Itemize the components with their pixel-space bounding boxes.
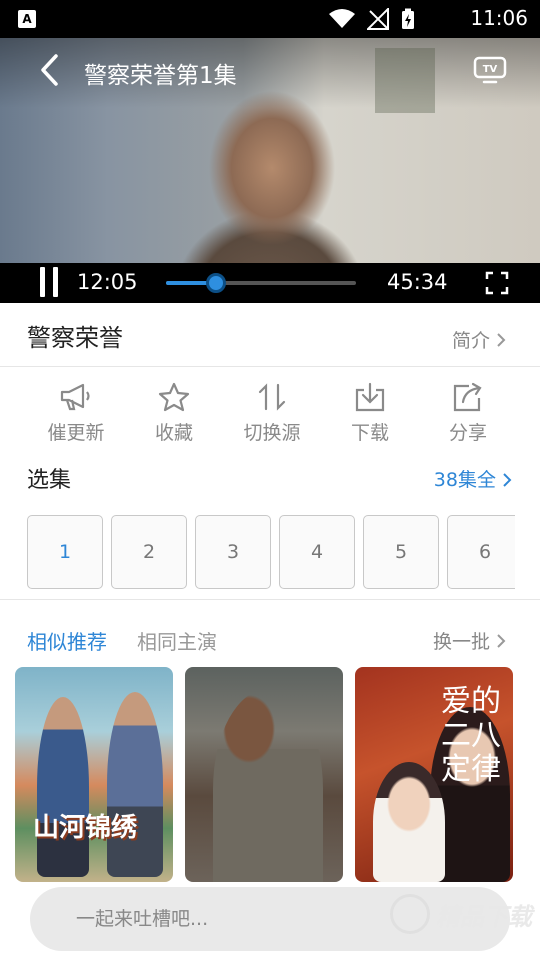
player-top-shade xyxy=(0,38,540,108)
poster-card[interactable]: 爱的二八定律 xyxy=(355,667,513,882)
refresh-label: 换一批 xyxy=(432,631,490,653)
action-bar: 催更新 收藏 切换源 下载 分享 xyxy=(0,378,540,448)
chevron-right-icon xyxy=(503,473,512,487)
action-label: 下载 xyxy=(350,422,389,444)
all-episodes-label: 38集全 xyxy=(433,469,496,491)
star-icon xyxy=(158,382,190,412)
player-controls: 12:05 45:34 xyxy=(0,263,540,303)
share-icon xyxy=(453,382,482,412)
back-arrow-icon[interactable] xyxy=(36,52,66,88)
action-label: 催更新 xyxy=(47,422,105,444)
watermark-circle-icon xyxy=(390,894,430,934)
poster-figure xyxy=(373,762,445,882)
episode-button[interactable]: 1 xyxy=(27,515,103,589)
episode-button[interactable]: 3 xyxy=(195,515,271,589)
episode-button[interactable]: 4 xyxy=(279,515,355,589)
poster-caption: 山河锦绣 xyxy=(33,813,138,843)
episode-button[interactable]: 5 xyxy=(363,515,439,589)
action-label: 收藏 xyxy=(154,422,193,444)
recommend-tabs: 相似推荐 相同主演 xyxy=(27,626,217,655)
video-player[interactable]: 警察荣誉第1集 TV 12:05 45:34 xyxy=(0,38,540,303)
app-notification-icon: A xyxy=(18,10,36,28)
player-title: 警察荣誉第1集 xyxy=(84,63,237,89)
svg-text:TV: TV xyxy=(483,64,498,75)
poster-card[interactable] xyxy=(185,667,343,882)
episode-button[interactable]: 2 xyxy=(111,515,187,589)
intro-label: 简介 xyxy=(451,330,490,352)
episode-button[interactable]: 6 xyxy=(447,515,515,589)
pause-bar-right-icon xyxy=(53,267,58,297)
tab-similar[interactable]: 相似推荐 xyxy=(27,626,107,655)
favorite-button[interactable]: 收藏 xyxy=(125,378,223,448)
chevron-right-icon xyxy=(497,332,506,347)
poster-caption: 爱的二八定律 xyxy=(441,684,501,787)
video-frame-window xyxy=(375,48,435,113)
poster-figure xyxy=(37,697,89,877)
current-time: 12:05 xyxy=(77,270,138,294)
watermark-logo: 精品下载 xyxy=(390,894,532,934)
action-label: 分享 xyxy=(448,422,487,444)
comment-bar: 一起来吐槽吧... 精品下载 xyxy=(0,882,540,960)
cast-tv-icon[interactable]: TV xyxy=(473,56,507,84)
intro-link[interactable]: 简介 xyxy=(452,326,506,353)
divider xyxy=(0,366,540,367)
download-icon xyxy=(355,382,385,412)
status-time: 11:06 xyxy=(470,6,528,30)
pause-bar-left-icon xyxy=(40,267,45,297)
status-icons xyxy=(329,8,415,30)
poster-card[interactable]: 山河锦绣 xyxy=(15,667,173,882)
urge-update-button[interactable]: 催更新 xyxy=(27,378,125,448)
progress-knob[interactable] xyxy=(206,273,227,293)
episodes-heading: 选集 xyxy=(27,468,72,493)
all-episodes-link[interactable]: 38集全 xyxy=(434,465,512,492)
pause-button[interactable] xyxy=(38,267,60,297)
show-title: 警察荣誉 xyxy=(27,324,123,352)
switch-source-icon xyxy=(258,383,286,411)
battery-charging-icon xyxy=(402,8,414,29)
poster-figure xyxy=(213,689,323,882)
share-button[interactable]: 分享 xyxy=(419,378,517,448)
episode-list: 1 2 3 4 5 6 xyxy=(27,515,515,591)
switch-source-button[interactable]: 切换源 xyxy=(223,378,321,448)
action-label: 切换源 xyxy=(243,422,301,444)
chevron-right-icon xyxy=(497,633,506,648)
fullscreen-icon[interactable] xyxy=(485,271,509,295)
tab-same-cast[interactable]: 相同主演 xyxy=(137,626,217,655)
download-button[interactable]: 下载 xyxy=(321,378,419,448)
poster-figure xyxy=(107,692,163,877)
progress-track[interactable] xyxy=(166,273,356,293)
status-bar: A 11:06 xyxy=(0,0,540,38)
watermark-text: 精品下载 xyxy=(436,902,532,931)
no-signal-icon xyxy=(367,8,389,30)
refresh-button[interactable]: 换一批 xyxy=(433,627,506,654)
total-time: 45:34 xyxy=(387,270,448,294)
divider xyxy=(0,599,540,600)
megaphone-icon xyxy=(60,383,90,411)
wifi-icon xyxy=(329,9,355,28)
